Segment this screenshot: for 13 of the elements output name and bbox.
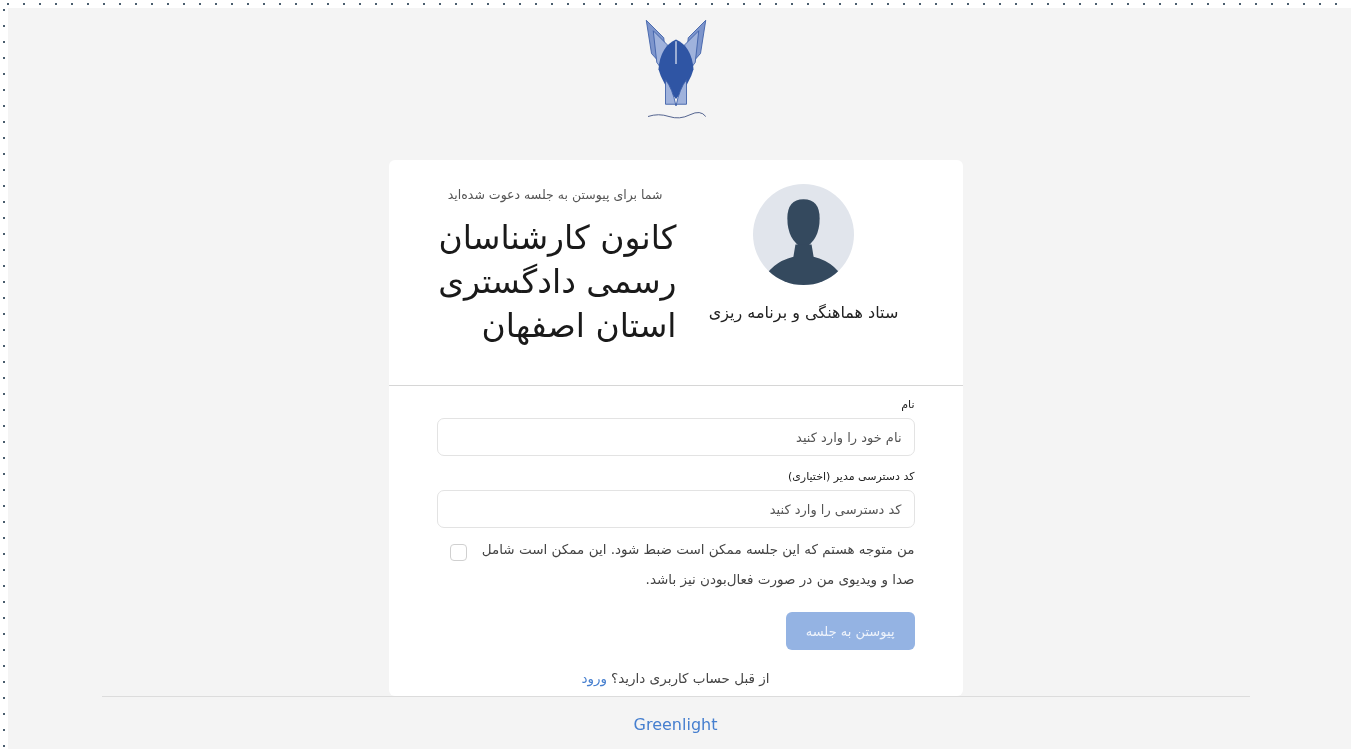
signin-prompt: از قبل حساب کاربری دارید؟	[611, 670, 770, 686]
consent-text: من متوجه هستم که این جلسه ممکن است ضبط شود. این ممکن است شامل صدا و ویدیوی من در صورت فعال‌بودن نیز باشد.	[480, 540, 915, 590]
footer-link[interactable]: Greenlight	[633, 715, 718, 734]
input-field[interactable]: نام خود را وارد کنید	[436, 418, 915, 456]
input-field[interactable]: کد دسترسی را وارد کنید	[436, 490, 915, 528]
field-label: نام	[900, 398, 915, 411]
user-avatar-icon	[753, 184, 854, 285]
signin-link[interactable]: ورود	[581, 670, 608, 686]
field-label: کد دسترسی مدیر (اختیاری)	[786, 470, 915, 483]
room-title: کانون کارشناسان رسمی دادگستری استان اصفهان	[437, 217, 677, 347]
invite-message: شما برای پیوستن به جلسه دعوت شده‌اید	[447, 187, 663, 202]
consent-checkbox[interactable]	[449, 544, 467, 561]
owner-name: ستاد هماهنگی و برنامه ریزی	[708, 303, 899, 322]
